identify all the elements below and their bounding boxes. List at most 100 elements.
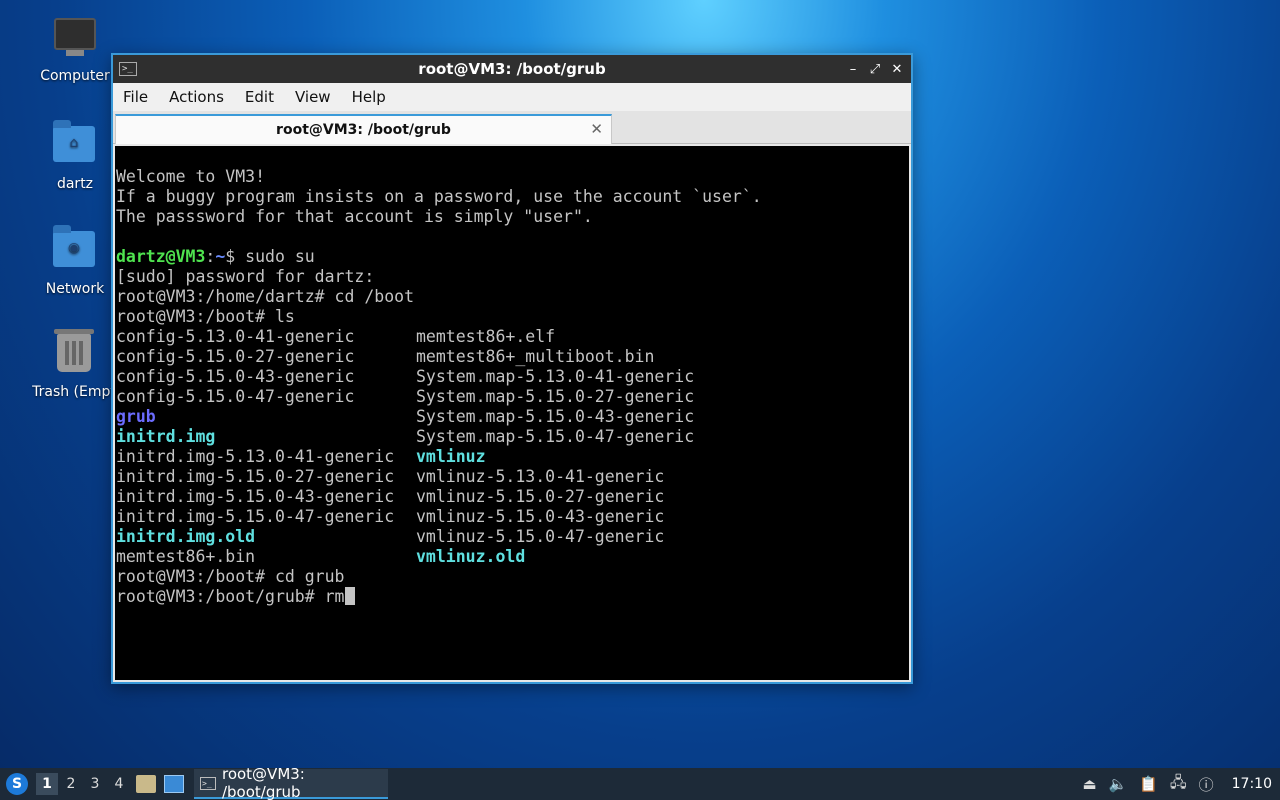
- ls-entry: config-5.13.0-41-generic: [116, 327, 355, 346]
- workspace-3[interactable]: 3: [84, 773, 106, 795]
- ls-entry: initrd.img-5.15.0-43-generic: [116, 487, 395, 506]
- terminal-task-icon: >_: [200, 776, 216, 790]
- ls-row: initrd.img-5.13.0-41-generic vmlinuz: [116, 447, 909, 467]
- window-titlebar[interactable]: >_ root@VM3: /boot/grub – ⤢ ✕: [113, 55, 911, 83]
- desktop-icon-network[interactable]: ◉ Network: [30, 225, 120, 297]
- ls-row: config-5.15.0-27-generic memtest86+_multi…: [116, 347, 909, 367]
- ls-entry: initrd.img.old: [116, 527, 256, 546]
- menu-help[interactable]: Help: [352, 88, 386, 106]
- terminal-line: Welcome to VM3!: [116, 167, 266, 186]
- desktop-icon-trash[interactable]: Trash (Empt: [24, 329, 124, 400]
- ls-entry: vmlinuz-5.13.0-41-generic: [416, 467, 665, 486]
- tab-terminal[interactable]: root@VM3: /boot/grub ✕: [115, 114, 612, 144]
- terminal-line: root@VM3:/boot# cd grub: [116, 567, 345, 586]
- ls-entry: vmlinuz-5.15.0-43-generic: [416, 507, 665, 526]
- ls-row: config-5.15.0-47-generic System.map-5.15.…: [116, 387, 909, 407]
- ls-entry: vmlinuz-5.15.0-47-generic: [416, 527, 665, 546]
- trash-icon: [52, 329, 96, 378]
- prompt-path: ~: [215, 247, 226, 266]
- task-label: root@VM3: /boot/grub: [221, 765, 305, 800]
- minimize-button[interactable]: –: [845, 62, 861, 77]
- volume-icon[interactable]: 🔈: [1109, 775, 1128, 793]
- prompt-sep: :: [205, 247, 216, 266]
- ls-entry: vmlinuz-5.15.0-27-generic: [416, 487, 665, 506]
- tab-label: root@VM3: /boot/grub: [276, 122, 451, 138]
- network-icon[interactable]: 🖧: [1170, 772, 1187, 797]
- ls-entry: grub: [116, 407, 156, 426]
- file-manager-launcher-icon[interactable]: [136, 775, 156, 793]
- ls-entry: vmlinuz: [416, 447, 486, 466]
- menu-view[interactable]: View: [295, 88, 331, 106]
- ls-row: initrd.img.old vmlinuz-5.15.0-47-generic: [116, 527, 909, 547]
- desktop-icon-label: Computer: [40, 68, 110, 84]
- ls-row: memtest86+.bin vmlinuz.old: [116, 547, 909, 567]
- prompt-user: dartz@VM3: [116, 247, 206, 266]
- ls-row: config-5.13.0-41-generic memtest86+.elf: [116, 327, 909, 347]
- home-folder-icon: ⌂: [53, 120, 97, 170]
- ls-output: config-5.13.0-41-generic memtest86+.elf co…: [116, 327, 909, 567]
- computer-icon: [53, 18, 97, 62]
- current-prompt: root@VM3:/boot/grub#: [116, 587, 325, 606]
- ls-entry: System.map-5.15.0-43-generic: [416, 407, 695, 426]
- close-button[interactable]: ✕: [889, 62, 905, 77]
- prompt-end: $: [225, 247, 246, 266]
- ls-entry: initrd.img: [116, 427, 216, 446]
- ls-entry: memtest86+_multiboot.bin: [416, 347, 655, 366]
- terminal-line: root@VM3:/boot# ls: [116, 307, 295, 326]
- desktop-icon-computer[interactable]: Computer: [30, 14, 120, 84]
- terminal-line: root@VM3:/home/dartz# cd /boot: [116, 287, 415, 306]
- ls-entry: System.map-5.13.0-41-generic: [416, 367, 695, 386]
- tab-close-icon[interactable]: ✕: [590, 120, 603, 138]
- clipboard-icon[interactable]: 📋: [1139, 775, 1158, 793]
- desktop-icon-label: Trash (Empt: [32, 384, 116, 400]
- ls-entry: System.map-5.15.0-27-generic: [416, 387, 695, 406]
- ls-row: grub System.map-5.15.0-43-generic: [116, 407, 909, 427]
- ls-entry: System.map-5.15.0-47-generic: [416, 427, 695, 446]
- update-notifier-icon[interactable]: ⓘ: [1199, 774, 1214, 795]
- command-text: sudo su: [245, 247, 315, 266]
- menu-actions[interactable]: Actions: [169, 88, 224, 106]
- ls-entry: initrd.img-5.13.0-41-generic: [116, 447, 395, 466]
- ls-entry: config-5.15.0-43-generic: [116, 367, 355, 386]
- current-input: rm: [324, 587, 345, 606]
- ls-row: initrd.img System.map-5.15.0-47-generic: [116, 427, 909, 447]
- show-desktop-icon[interactable]: [164, 775, 184, 793]
- ls-entry: initrd.img-5.15.0-27-generic: [116, 467, 395, 486]
- desktop-icon-label: dartz: [56, 176, 94, 192]
- ls-row: initrd.img-5.15.0-47-generic vmlinuz-5.15…: [116, 507, 909, 527]
- ls-entry: memtest86+.bin: [116, 547, 256, 566]
- workspace-4[interactable]: 4: [108, 773, 130, 795]
- text-cursor: [344, 587, 355, 605]
- system-tray: ⏏ 🔈 📋 🖧 ⓘ 17:10: [1082, 772, 1280, 797]
- ls-entry: initrd.img-5.15.0-47-generic: [116, 507, 395, 526]
- clock[interactable]: 17:10: [1232, 776, 1272, 792]
- ls-entry: memtest86+.elf: [416, 327, 556, 346]
- taskbar: S 1 2 3 4 >_ root@VM3: /boot/grub ⏏ 🔈 📋 …: [0, 765, 1280, 800]
- window-title: root@VM3: /boot/grub: [418, 60, 606, 78]
- terminal-app-icon[interactable]: >_: [119, 62, 137, 76]
- desktop-icon-label: Network: [45, 281, 105, 297]
- start-menu-button[interactable]: S: [6, 773, 28, 795]
- terminal-line: The passsword for that account is simply…: [116, 207, 593, 226]
- ls-row: config-5.15.0-43-generic System.map-5.13.…: [116, 367, 909, 387]
- ls-row: initrd.img-5.15.0-27-generic vmlinuz-5.13…: [116, 467, 909, 487]
- ls-entry: vmlinuz.old: [416, 547, 526, 566]
- ls-row: initrd.img-5.15.0-43-generic vmlinuz-5.15…: [116, 487, 909, 507]
- ls-entry: config-5.15.0-27-generic: [116, 347, 355, 366]
- terminal-line-current: root@VM3:/boot/grub# rm: [116, 587, 909, 607]
- menu-edit[interactable]: Edit: [245, 88, 274, 106]
- workspace-1[interactable]: 1: [36, 773, 58, 795]
- desktop-icon-home[interactable]: ⌂ dartz: [30, 120, 120, 192]
- menu-file[interactable]: File: [123, 88, 148, 106]
- taskbar-task-terminal[interactable]: >_ root@VM3: /boot/grub: [194, 765, 388, 800]
- terminal-line: If a buggy program insists on a password…: [116, 187, 762, 206]
- menu-bar: File Actions Edit View Help: [113, 83, 911, 111]
- maximize-button[interactable]: ⤢: [867, 62, 883, 77]
- workspace-2[interactable]: 2: [60, 773, 82, 795]
- terminal-output[interactable]: Welcome to VM3! If a buggy program insist…: [115, 146, 909, 680]
- network-folder-icon: ◉: [53, 225, 97, 275]
- eject-icon[interactable]: ⏏: [1082, 775, 1096, 793]
- terminal-line: dartz@VM3:~$ sudo su: [116, 247, 909, 267]
- tab-bar: root@VM3: /boot/grub ✕: [113, 111, 911, 144]
